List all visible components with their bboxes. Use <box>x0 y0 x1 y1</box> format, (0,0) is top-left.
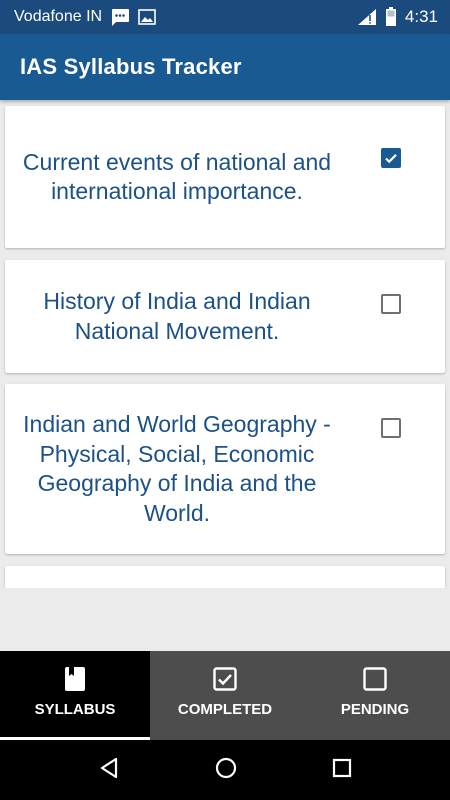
syllabus-item-card-partial[interactable] <box>5 566 445 588</box>
syllabus-item-card[interactable]: Current events of national and internati… <box>5 106 445 248</box>
syllabus-list[interactable]: Current events of national and internati… <box>0 100 450 588</box>
tab-pending[interactable]: PENDING <box>300 651 450 740</box>
syllabus-item-checkbox[interactable] <box>379 146 403 170</box>
checkbox-empty-icon <box>381 418 401 438</box>
signal-icon <box>357 8 377 26</box>
tab-completed-label: COMPLETED <box>177 701 273 718</box>
message-notification-icon <box>110 8 130 26</box>
app-title: IAS Syllabus Tracker <box>20 54 242 79</box>
back-icon[interactable] <box>98 757 120 784</box>
checkbox-checked-icon <box>381 148 401 168</box>
syllabus-item-text: Indian and World Geography - Physical, S… <box>23 411 331 526</box>
image-notification-icon <box>138 9 156 25</box>
carrier-label: Vodafone IN <box>14 8 103 25</box>
syllabus-item-card[interactable]: History of India and Indian National Mov… <box>5 260 445 373</box>
syllabus-item-card[interactable]: Indian and World Geography - Physical, S… <box>5 384 445 554</box>
system-navigation-bar <box>0 740 450 800</box>
bottom-navigation: SYLLABUS COMPLETED PENDING <box>0 651 450 740</box>
tab-syllabus-label: SYLLABUS <box>34 701 116 718</box>
checkbox-empty-icon <box>381 294 401 314</box>
syllabus-item-text: History of India and Indian National Mov… <box>43 288 311 344</box>
tab-completed[interactable]: COMPLETED <box>150 651 300 740</box>
syllabus-item-checkbox[interactable] <box>379 292 403 316</box>
syllabus-item-text: Current events of national and internati… <box>22 148 332 205</box>
book-icon <box>64 665 86 693</box>
clock-time: 4:31 <box>404 7 438 26</box>
syllabus-item-checkbox[interactable] <box>379 416 403 440</box>
checkbox-checked-icon <box>213 665 237 693</box>
status-bar: Vodafone IN 4:31 <box>0 0 450 34</box>
battery-icon <box>385 7 397 27</box>
recent-apps-icon[interactable] <box>332 758 352 783</box>
app-bar: IAS Syllabus Tracker <box>0 34 450 100</box>
tab-syllabus[interactable]: SYLLABUS <box>0 651 150 740</box>
home-icon[interactable] <box>215 757 237 784</box>
tab-pending-label: PENDING <box>340 701 410 718</box>
checkbox-empty-icon <box>363 665 387 693</box>
